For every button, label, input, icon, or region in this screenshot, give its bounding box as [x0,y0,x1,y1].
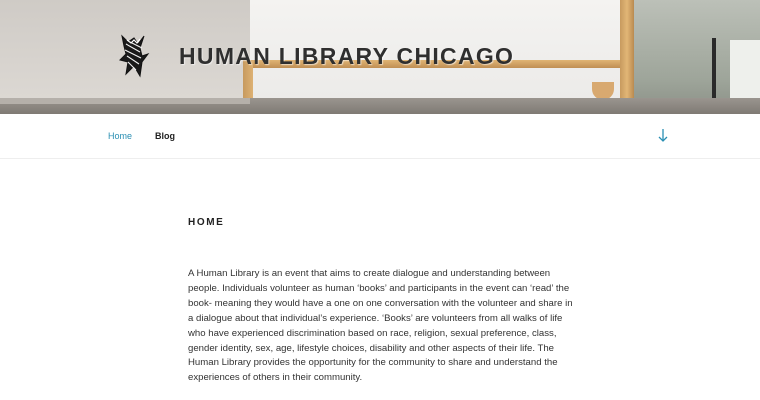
entry-content: A Human Library is an event that aims to… [188,268,573,384]
scribble-figure-logo[interactable] [112,30,154,80]
header-banner: HUMAN LIBRARY CHICAGO [0,0,760,114]
page-title: HOME [188,217,225,228]
nav-item-blog[interactable]: Blog [155,131,175,141]
scroll-down-button[interactable] [655,126,671,146]
arrow-down-icon [658,129,668,142]
main-navigation: Home Blog [0,114,760,159]
site-title[interactable]: HUMAN LIBRARY CHICAGO [179,43,514,70]
banner-shelf [0,98,250,104]
nav-item-home[interactable]: Home [108,131,132,141]
banner-window-frame-right [620,0,634,114]
